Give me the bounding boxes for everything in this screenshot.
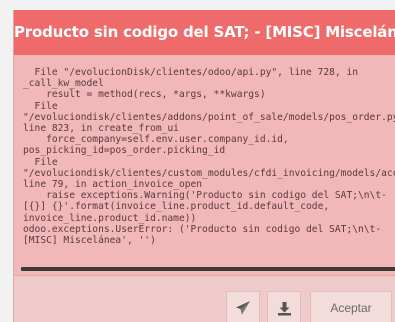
traceback-line: File <box>34 156 58 168</box>
dialog-title: Producto sin codigo del SAT; - [MISC] Mi… <box>14 10 395 55</box>
error-dialog: Producto sin codigo del SAT; - [MISC] Mi… <box>13 10 395 322</box>
traceback-line: force_company=self.env.user.company_id.i… <box>46 134 289 146</box>
traceback-line: "/evoluciondisk/clientes/custom_modules/… <box>23 167 395 179</box>
traceback-line: pos_picking_id=pos_order.picking_id <box>23 145 226 157</box>
traceback-line: raise exceptions.Warning('Producto sin c… <box>46 190 387 202</box>
horizontal-scrollbar[interactable] <box>21 267 395 271</box>
app-background: Producto sin codigo del SAT; - [MISC] Mi… <box>0 0 395 322</box>
traceback-line: line 79, in action_invoice_open <box>23 179 203 191</box>
send-button[interactable] <box>226 291 260 322</box>
traceback-line: result = method(recs, *args, **kwargs) <box>46 89 266 101</box>
error-traceback: File "/evolucionDisk/clientes/odoo/api.p… <box>23 67 395 268</box>
traceback-line: [MISC] Miscelánea', '') <box>23 235 156 247</box>
traceback-line: _call_kw_model <box>23 78 104 90</box>
traceback-line: "/evoluciondisk/clientes/addons/point_of… <box>23 111 395 123</box>
accept-button[interactable]: Aceptar <box>310 291 392 322</box>
traceback-line: File <box>34 100 58 112</box>
download-button[interactable] <box>267 291 301 322</box>
traceback-line: odoo.exceptions.UserError: ('Producto si… <box>23 223 382 235</box>
dialog-body: File "/evolucionDisk/clientes/odoo/api.p… <box>14 55 395 275</box>
traceback-line: [{}] {}'.format(invoice_line.product_id.… <box>23 201 330 213</box>
traceback-line: invoice_line.product_id.name)) <box>23 212 197 224</box>
traceback-line: File "/evolucionDisk/clientes/odoo/api.p… <box>34 67 359 78</box>
traceback-line: line 823, in create_from_ui <box>23 123 179 135</box>
dialog-footer: Aceptar <box>14 275 395 322</box>
download-icon <box>277 301 292 316</box>
paper-plane-icon <box>235 300 251 316</box>
